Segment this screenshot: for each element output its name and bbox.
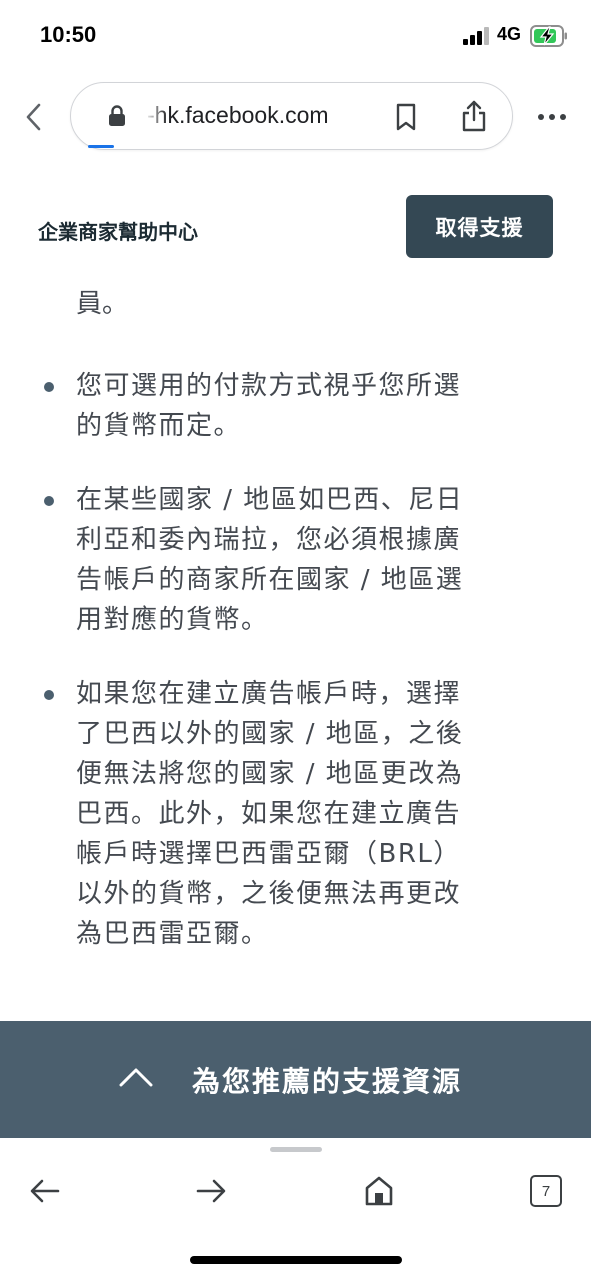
- list-item-text: 您可選用的付款方式視乎您所選的貨幣而定。: [76, 371, 462, 441]
- site-title[interactable]: 企業商家幫助中心: [38, 216, 198, 245]
- address-bar[interactable]: -hk.facebook.com: [70, 82, 513, 150]
- status-time: 10:50: [40, 22, 97, 47]
- back-arrow-icon[interactable]: [30, 1178, 60, 1204]
- home-indicator: [190, 1256, 402, 1264]
- recommended-resources-bar[interactable]: 為您推薦的支援資源: [0, 1021, 591, 1138]
- lock-icon: [109, 105, 125, 126]
- url-fade: [145, 99, 167, 133]
- bookmark-icon[interactable]: [394, 103, 418, 131]
- article-continuation-text: 員。: [76, 289, 129, 319]
- bullet-dot-icon: [44, 382, 54, 392]
- list-item-text: 在某些國家 / 地區如巴西、尼日利亞和委內瑞拉，您必須根據廣告帳戶的商家所在國家…: [76, 485, 464, 635]
- forward-arrow-icon[interactable]: [196, 1178, 226, 1204]
- battery-charging-icon: [530, 25, 567, 47]
- recommended-resources-label[interactable]: 為您推薦的支援資源: [192, 1060, 462, 1100]
- tabs-icon[interactable]: 7: [530, 1175, 562, 1207]
- url-text[interactable]: -hk.facebook.com: [147, 102, 329, 129]
- network-label: 4G: [497, 24, 522, 44]
- status-bar: 10:50 4G: [0, 0, 591, 72]
- list-item-text: 如果您在建立廣告帳戶時，選擇了巴西以外的國家 / 地區，之後便無法將您的國家 /…: [76, 679, 464, 949]
- drag-handle[interactable]: [270, 1147, 322, 1152]
- bullet-dot-icon: [44, 690, 54, 700]
- signal-icon: [463, 27, 489, 45]
- bullet-dot-icon: [44, 496, 54, 506]
- load-progress-bar: [88, 145, 114, 148]
- back-chevron-icon[interactable]: [22, 102, 46, 132]
- caret-up-icon[interactable]: [118, 1065, 154, 1089]
- get-support-button[interactable]: 取得支援: [406, 195, 553, 258]
- home-icon[interactable]: [364, 1175, 394, 1207]
- more-icon[interactable]: [537, 108, 567, 126]
- share-icon[interactable]: [460, 99, 488, 133]
